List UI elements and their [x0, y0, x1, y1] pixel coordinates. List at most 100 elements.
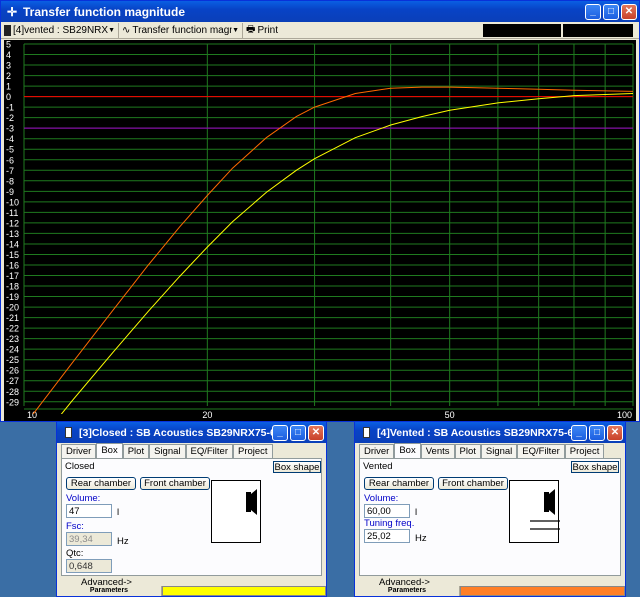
y-tick-label: -12 — [6, 218, 19, 228]
y-tick-label: -20 — [6, 303, 19, 313]
close-button[interactable]: ✕ — [607, 424, 623, 441]
box-schematic — [211, 480, 261, 543]
close-button[interactable]: ✕ — [621, 3, 637, 20]
y-tick-label: 3 — [6, 61, 11, 71]
y-tick-label: -27 — [6, 376, 19, 386]
tab-box[interactable]: Box — [96, 443, 123, 458]
tab-driver[interactable]: Driver — [359, 444, 395, 458]
tuning-freq-label: Tuning freq. — [364, 518, 415, 529]
fsc-unit: Hz — [117, 536, 129, 547]
y-tick-label: -9 — [6, 187, 14, 197]
volume-label: Volume: — [364, 493, 399, 504]
maximize-button[interactable]: □ — [589, 424, 605, 441]
vented-tabs: Driver Box Vents Plot Signal EQ/Filter P… — [359, 443, 621, 458]
tab-project[interactable]: Project — [564, 444, 605, 458]
move-icon: ✛ — [6, 4, 18, 19]
chevron-down-icon: ▼ — [232, 26, 239, 34]
readout-box-2 — [563, 23, 633, 37]
y-tick-label: -29 — [6, 397, 19, 407]
y-tick-label: -25 — [6, 355, 19, 365]
volume-unit: l — [415, 507, 418, 518]
y-tick-label: -21 — [6, 313, 19, 323]
box-shape-button[interactable]: Box shape — [571, 461, 619, 473]
tab-eq-filter[interactable]: EQ/Filter — [517, 444, 565, 458]
speaker-icon — [4, 24, 11, 36]
y-tick-label: -1 — [6, 103, 14, 113]
y-tick-label: -18 — [6, 282, 19, 292]
y-tick-label: -11 — [6, 208, 18, 218]
driver-icon — [246, 489, 257, 515]
y-tick-label: -7 — [6, 166, 14, 176]
status-parameters-label: Parameters — [57, 586, 162, 596]
close-button[interactable]: ✕ — [308, 424, 324, 441]
driver-select[interactable]: [4]vented : SB29NRX75-6 ▼ — [1, 22, 119, 38]
tab-eq-filter[interactable]: EQ/Filter — [185, 444, 233, 458]
print-button[interactable]: 🖶 Print — [243, 23, 285, 38]
chevron-down-icon: ▼ — [108, 26, 115, 34]
closed-statusbar: Parameters — [57, 586, 326, 596]
volume-field[interactable] — [66, 504, 112, 518]
y-tick-label: 4 — [6, 50, 11, 60]
y-tick-label: -22 — [6, 324, 19, 334]
series-color-swatch — [162, 586, 326, 596]
main-titlebar[interactable]: ✛ Transfer function magnitude _ □ ✕ — [1, 1, 639, 22]
y-tick-label: -15 — [6, 250, 19, 260]
driver-select-value: [4]vented : SB29NRX75-6 — [13, 24, 109, 36]
closed-box-curve — [60, 93, 633, 414]
volume-field[interactable] — [364, 504, 410, 518]
y-tick-label: -26 — [6, 366, 19, 376]
view-select-value: Transfer function magnitude — [132, 24, 232, 36]
box-schematic — [509, 480, 560, 543]
tab-plot[interactable]: Plot — [454, 444, 481, 458]
tab-plot[interactable]: Plot — [122, 444, 150, 458]
qtc-field — [66, 559, 112, 573]
minimize-button[interactable]: _ — [585, 3, 601, 20]
x-tick-label: 50 — [445, 410, 455, 420]
y-tick-label: -8 — [6, 176, 14, 186]
tab-vents[interactable]: Vents — [420, 444, 455, 458]
front-chamber-button[interactable]: Front chamber — [438, 477, 508, 490]
closed-titlebar[interactable]: [3]Closed : SB Acoustics SB29NRX75-6 _ □… — [57, 422, 326, 443]
vented-box-window: [4]Vented : SB Acoustics SB29NRX75-6 _ □… — [354, 421, 626, 597]
y-tick-label: -10 — [6, 197, 19, 207]
view-select[interactable]: ∿ Transfer function magnitude ▼ — [119, 22, 243, 38]
tab-box[interactable]: Box — [394, 443, 421, 458]
frequency-response-plot[interactable]: 543210-1-2-3-4-5-6-7-8-9-10-11-12-13-14-… — [4, 40, 636, 421]
closed-box-window: [3]Closed : SB Acoustics SB29NRX75-6 _ □… — [56, 421, 327, 597]
fsc-label: Fsc: — [66, 521, 84, 532]
vented-statusbar: Parameters — [355, 586, 625, 596]
tab-project[interactable]: Project — [233, 444, 273, 458]
closed-box-panel: Closed Box shape Rear chamber Front cham… — [61, 458, 322, 588]
main-toolbar: [4]vented : SB29NRX75-6 ▼ ∿ Transfer fun… — [1, 22, 639, 39]
rear-chamber-button[interactable]: Rear chamber — [364, 477, 434, 490]
main-window-title: Transfer function magnitude — [23, 4, 186, 19]
vented-box-icon — [530, 489, 560, 530]
minimize-button[interactable]: _ — [272, 424, 288, 441]
printer-icon: 🖶 — [246, 23, 256, 35]
tab-driver[interactable]: Driver — [61, 444, 97, 458]
y-tick-label: -28 — [6, 387, 19, 397]
print-label: Print — [257, 24, 279, 36]
maximize-button[interactable]: □ — [603, 3, 619, 20]
box-type-label: Closed — [65, 461, 95, 472]
closed-window-title: [3]Closed : SB Acoustics SB29NRX75-6 — [79, 426, 272, 439]
y-tick-label: -16 — [6, 260, 19, 270]
readout-box-1 — [483, 23, 561, 37]
y-tick-label: -13 — [6, 229, 19, 239]
x-tick-label: 20 — [202, 410, 212, 420]
minimize-button[interactable]: _ — [571, 424, 587, 441]
y-tick-label: -24 — [6, 345, 19, 355]
maximize-button[interactable]: □ — [290, 424, 306, 441]
box-shape-button[interactable]: Box shape — [273, 461, 321, 473]
curve-icon: ∿ — [122, 24, 131, 36]
tuning-freq-field[interactable] — [364, 529, 410, 543]
rear-chamber-button[interactable]: Rear chamber — [66, 477, 136, 490]
vented-titlebar[interactable]: [4]Vented : SB Acoustics SB29NRX75-6 _ □… — [355, 422, 625, 443]
fsc-field — [66, 532, 112, 546]
y-tick-label: -6 — [6, 155, 14, 165]
tab-signal[interactable]: Signal — [149, 444, 186, 458]
y-tick-label: -3 — [6, 124, 14, 134]
front-chamber-button[interactable]: Front chamber — [140, 477, 210, 490]
closed-tabs: Driver Box Plot Signal EQ/Filter Project — [61, 443, 322, 458]
tab-signal[interactable]: Signal — [480, 444, 518, 458]
